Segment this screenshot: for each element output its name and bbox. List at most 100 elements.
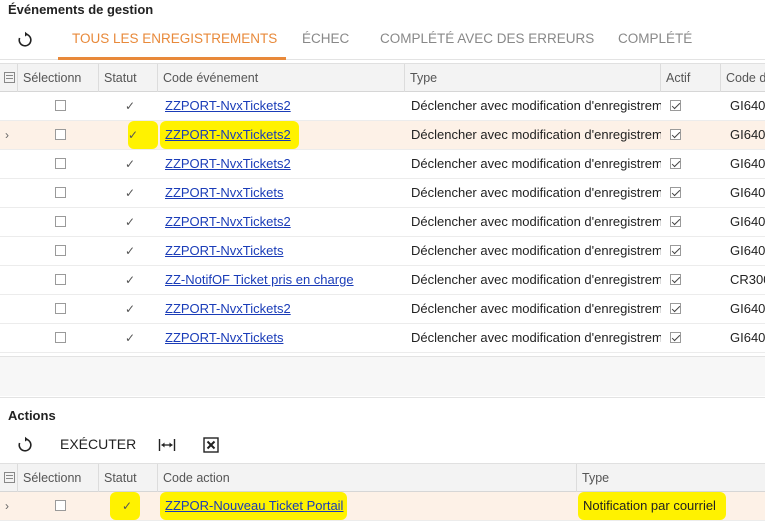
event-code-d: GI6400 [730,214,765,229]
action-col-type[interactable]: Type [576,464,765,492]
events-tabs-bar: TOUS LES ENREGISTREMENTS ÉCHEC COMPLÉTÉ … [0,22,765,60]
status-check-icon: ✓ [125,157,136,171]
action-col-code[interactable]: Code action [157,464,577,492]
status-check-icon: ✓ [125,215,136,229]
action-col-status[interactable]: Statut [98,464,158,492]
event-code-link[interactable]: ZZPORT-NvxTickets2 [160,295,299,323]
event-code-link[interactable]: ZZ-NotifOF Ticket pris en charge [160,266,362,294]
actions-refresh-icon[interactable] [16,436,34,454]
col-selection[interactable]: Sélectionn [17,64,99,92]
event-code-d: GI6400 [730,330,765,345]
active-checkbox[interactable] [670,332,681,344]
row-select-checkbox[interactable] [55,187,66,199]
row-select-checkbox[interactable] [55,100,66,112]
tab-failed[interactable]: ÉCHEC [302,31,349,46]
status-check-icon: ✓ [125,99,136,113]
event-type: Déclencher avec modification d'enregistr… [411,127,661,142]
status-check-icon: ✓ [125,302,136,316]
event-code-link[interactable]: ZZPORT-NvxTickets2 [160,121,299,149]
actions-grid-header: Sélectionn Statut Code action Type [0,463,765,492]
col-code-d[interactable]: Code d [720,64,765,92]
active-tab-underline [58,57,286,60]
row-arrow-icon: › [5,128,9,142]
table-row[interactable]: ✓ ZZPORT-NvxTickets2 Déclencher avec modif… [0,295,765,324]
table-row[interactable]: ✓ ZZPORT-NvxTickets Déclencher avec modifi… [0,324,765,353]
row-arrow-icon: › [5,499,9,513]
event-type: Déclencher avec modification d'enregistr… [411,272,661,287]
event-code-d: GI6400 [730,98,765,113]
col-event-code[interactable]: Code événement [157,64,405,92]
status-check-icon: ✓ [110,492,140,520]
refresh-icon[interactable] [16,31,34,49]
action-code-link[interactable]: ZZPOR-Nouveau Ticket Portail [160,492,348,520]
event-code-d: CR3000 [730,272,765,287]
col-active[interactable]: Actif [660,64,721,92]
row-select-checkbox[interactable] [55,303,66,315]
action-col-selection[interactable]: Sélectionn [17,464,99,492]
status-check-icon: ✓ [128,121,158,149]
row-select-checkbox[interactable] [55,158,66,170]
active-checkbox[interactable] [670,303,681,315]
table-row[interactable]: ✓ ZZPORT-NvxTickets Déclencher avec modifi… [0,237,765,266]
event-type: Déclencher avec modification d'enregistr… [411,185,661,200]
table-row[interactable]: ✓ ZZPORT-NvxTickets2 Déclencher avec modif… [0,150,765,179]
status-check-icon: ✓ [125,186,136,200]
active-checkbox[interactable] [670,129,681,141]
active-checkbox[interactable] [670,245,681,257]
table-row[interactable]: ✓ ZZPORT-NvxTickets2 Déclencher avec modif… [0,92,765,121]
event-code-link[interactable]: ZZPORT-NvxTickets2 [160,150,299,178]
event-type: Déclencher avec modification d'enregistr… [411,98,661,113]
actions-column-config-icon[interactable] [4,472,15,483]
table-row[interactable]: ✓ ZZ-NotifOF Ticket pris en charge Déclenc… [0,266,765,295]
active-checkbox[interactable] [670,158,681,170]
tab-completed[interactable]: COMPLÉTÉ [618,31,692,46]
active-checkbox[interactable] [670,100,681,112]
action-type: Notification par courriel [578,492,726,520]
fit-columns-icon[interactable] [158,437,176,456]
event-code-link[interactable]: ZZPORT-NvxTickets2 [160,208,299,236]
actions-section-title: Actions [8,408,56,423]
active-checkbox[interactable] [670,274,681,286]
event-code-link[interactable]: ZZPORT-NvxTickets [160,179,291,207]
status-check-icon: ✓ [125,244,136,258]
event-type: Déclencher avec modification d'enregistr… [411,301,661,316]
events-section-title: Événements de gestion [8,2,154,17]
event-code-link[interactable]: ZZPORT-NvxTickets [160,237,291,265]
event-type: Déclencher avec modification d'enregistr… [411,330,661,345]
col-type[interactable]: Type [404,64,661,92]
table-row[interactable]: ✓ ZZPORT-NvxTickets2 Déclencher avec modif… [0,208,765,237]
row-select-checkbox[interactable] [55,245,66,257]
table-row[interactable]: ✓ ZZPORT-NvxTickets Déclencher avec modifi… [0,179,765,208]
table-row[interactable]: › ✓ ZZPORT-NvxTickets2 Déclencher avec modi… [0,121,765,150]
row-select-checkbox[interactable] [55,332,66,344]
action-row[interactable]: › ✓ ZZPOR-Nouveau Ticket Portail Notific… [0,492,765,521]
event-code-d: GI6400 [730,243,765,258]
event-code-d: GI6400 [730,156,765,171]
event-type: Déclencher avec modification d'enregistr… [411,243,661,258]
row-select-checkbox[interactable] [55,129,66,141]
execute-button[interactable]: EXÉCUTER [60,436,136,452]
col-status[interactable]: Statut [98,64,158,92]
event-code-link[interactable]: ZZPORT-NvxTickets [160,324,291,352]
actions-grid: Sélectionn Statut Code action Type › ✓ Z… [0,463,765,527]
row-select-checkbox[interactable] [55,216,66,228]
event-type: Déclencher avec modification d'enregistr… [411,156,661,171]
column-config-icon[interactable] [4,72,15,83]
status-check-icon: ✓ [125,331,136,345]
tab-completed-with-errors[interactable]: COMPLÉTÉ AVEC DES ERREURS [380,31,594,46]
event-code-d: GI6400 [730,185,765,200]
row-select-checkbox[interactable] [55,274,66,286]
tab-all-records[interactable]: TOUS LES ENREGISTREMENTS [72,31,277,46]
events-grid: Sélectionn Statut Code événement Type Ac… [0,63,765,355]
events-grid-empty-area [0,356,765,396]
event-code-d: GI6400 [730,127,765,142]
status-check-icon: ✓ [125,273,136,287]
excel-export-icon[interactable] [203,437,219,456]
event-code-d: GI6400 [730,301,765,316]
event-code-link[interactable]: ZZPORT-NvxTickets2 [160,92,299,120]
event-type: Déclencher avec modification d'enregistr… [411,214,661,229]
row-select-checkbox[interactable] [55,500,66,512]
active-checkbox[interactable] [670,216,681,228]
active-checkbox[interactable] [670,187,681,199]
events-grid-header: Sélectionn Statut Code événement Type Ac… [0,63,765,92]
